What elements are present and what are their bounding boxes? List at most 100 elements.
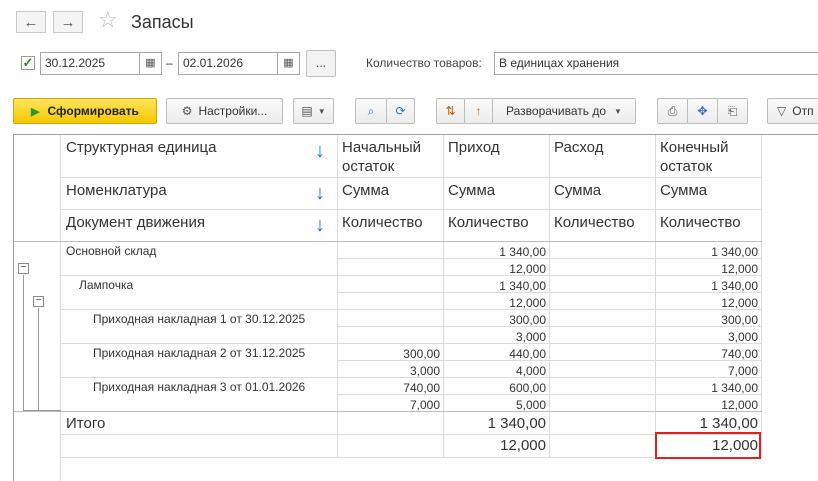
print-button[interactable]: ⎙ <box>657 98 688 124</box>
date-separator: – <box>166 56 173 70</box>
header-sum: Сумма <box>554 182 602 199</box>
settings-label: Настройки... <box>198 104 268 118</box>
grid-divider <box>60 309 762 310</box>
preview-button[interactable]: ⎗ <box>717 98 748 124</box>
header-expense: Расход <box>554 139 604 156</box>
cell-closing: 740,00 <box>721 347 758 361</box>
calendar-icon: ▦ <box>145 57 156 69</box>
cell-opening: 740,00 <box>403 381 440 395</box>
preview-icon: ⎗ <box>727 103 738 118</box>
grid-divider <box>60 135 61 481</box>
select-period-button[interactable]: ... <box>306 50 336 77</box>
folder-icon: ▤ <box>301 104 313 118</box>
cell-closing: 12,000 <box>721 262 758 276</box>
header-dimension-nomenclature: Номенклатура <box>66 182 167 199</box>
quantity-select[interactable]: В единицах хранения <box>494 52 818 75</box>
cell-income: 12,000 <box>509 262 546 276</box>
variants-button[interactable]: ▤ ▼ <box>293 98 334 124</box>
favorite-star-icon[interactable]: ☆ <box>98 9 118 31</box>
sort-down-arrow-icon[interactable]: ↓ <box>315 182 325 205</box>
grid-divider <box>14 411 762 412</box>
tree-line <box>38 308 39 411</box>
grid-divider <box>60 343 762 344</box>
cell-closing: 1 340,00 <box>711 279 758 293</box>
sort-down-arrow-icon[interactable]: ↓ <box>315 140 325 163</box>
grid-divider <box>443 135 444 458</box>
header-opening-balance: Начальный <box>342 139 422 156</box>
settings-button[interactable]: ⚙ Настройки... <box>166 98 283 124</box>
arrow-right-icon: → <box>60 13 76 31</box>
cell-closing: 12,000 <box>721 296 758 310</box>
generate-button[interactable]: ▶ Сформировать <box>13 98 157 124</box>
header-quantity: Количество <box>554 214 635 231</box>
header-dimension-document: Документ движения <box>66 214 205 231</box>
date-to-field[interactable]: 02.01.2026 <box>178 52 278 75</box>
cell-closing: 12,000 <box>721 398 758 412</box>
cell-income: 440,00 <box>509 347 546 361</box>
send-button[interactable]: ▽ Отп <box>767 98 818 124</box>
total-closing-sum: 1 340,00 <box>699 415 758 432</box>
sort-ascending-button[interactable]: ⇅ <box>436 98 465 124</box>
grid-divider <box>337 394 762 395</box>
cell-opening: 7,000 <box>409 398 440 412</box>
search-reset-button[interactable]: ⟳ <box>386 98 415 124</box>
play-icon: ▶ <box>31 105 40 118</box>
cell-closing: 1 340,00 <box>711 245 758 259</box>
date-to-calendar-button[interactable]: ▦ <box>278 52 300 75</box>
date-from-field[interactable]: 30.12.2025 <box>40 52 140 75</box>
cell-income: 4,000 <box>515 364 546 378</box>
cell-income: 3,000 <box>515 330 546 344</box>
grid-divider <box>60 275 762 276</box>
cell-income: 5,000 <box>515 398 546 412</box>
move-button[interactable]: ✥ <box>687 98 718 124</box>
period-checkbox[interactable]: ✓ <box>21 56 35 70</box>
quantity-label: Количество товаров: <box>366 56 482 70</box>
grid-divider <box>337 258 762 259</box>
grid-divider <box>337 360 762 361</box>
collapse-group-button[interactable]: − <box>33 296 44 307</box>
header-income: Приход <box>448 139 500 156</box>
forward-button[interactable]: → <box>53 11 83 33</box>
cell-opening: 300,00 <box>403 347 440 361</box>
cell-closing: 300,00 <box>721 313 758 327</box>
cell-income: 300,00 <box>509 313 546 327</box>
row-label-document[interactable]: Приходная накладная 1 от 30.12.2025 <box>93 312 305 326</box>
cell-closing: 1 340,00 <box>711 381 758 395</box>
header-sum: Сумма <box>660 182 708 199</box>
header-dimension-structural-unit: Структурная единица <box>66 139 217 156</box>
cell-income: 12,000 <box>509 296 546 310</box>
send-icon: ▽ <box>777 104 787 118</box>
back-button[interactable]: ← <box>16 11 46 33</box>
cell-income: 600,00 <box>509 381 546 395</box>
grid-divider <box>761 135 762 458</box>
selected-cell-highlight <box>655 432 761 459</box>
generate-label: Сформировать <box>47 104 139 118</box>
expand-to-label: Разворачивать до <box>506 104 607 118</box>
expand-to-dropdown[interactable]: Разворачивать до ▼ <box>492 98 636 124</box>
cell-income: 1 340,00 <box>499 279 546 293</box>
cell-income: 1 340,00 <box>499 245 546 259</box>
row-label-document[interactable]: Приходная накладная 3 от 01.01.2026 <box>93 380 305 394</box>
grid-divider <box>60 177 762 178</box>
search-icon: ⌕ <box>367 103 375 118</box>
sort-descending-icon: ↑ <box>475 104 482 118</box>
total-label: Итого <box>66 415 106 432</box>
header-closing-balance: остаток <box>660 158 713 175</box>
move-cross-icon: ✥ <box>697 104 708 118</box>
grid-divider <box>549 135 550 458</box>
collapse-group-button[interactable]: − <box>18 263 29 274</box>
header-sum: Сумма <box>342 182 390 199</box>
tree-line <box>23 275 24 411</box>
row-label-document[interactable]: Приходная накладная 2 от 31.12.2025 <box>93 346 305 360</box>
grid-divider <box>60 209 762 210</box>
header-quantity: Количество <box>660 214 741 231</box>
grid-divider <box>655 135 656 458</box>
sort-down-arrow-icon[interactable]: ↓ <box>315 214 325 237</box>
search-refresh-icon: ⟳ <box>395 104 406 118</box>
sort-descending-button[interactable]: ↑ <box>464 98 493 124</box>
row-label-nomenclature: Лампочка <box>79 278 134 292</box>
search-button[interactable]: ⌕ <box>355 98 387 124</box>
date-from-calendar-button[interactable]: ▦ <box>140 52 162 75</box>
cell-closing: 7,000 <box>727 364 758 378</box>
header-quantity: Количество <box>342 214 423 231</box>
